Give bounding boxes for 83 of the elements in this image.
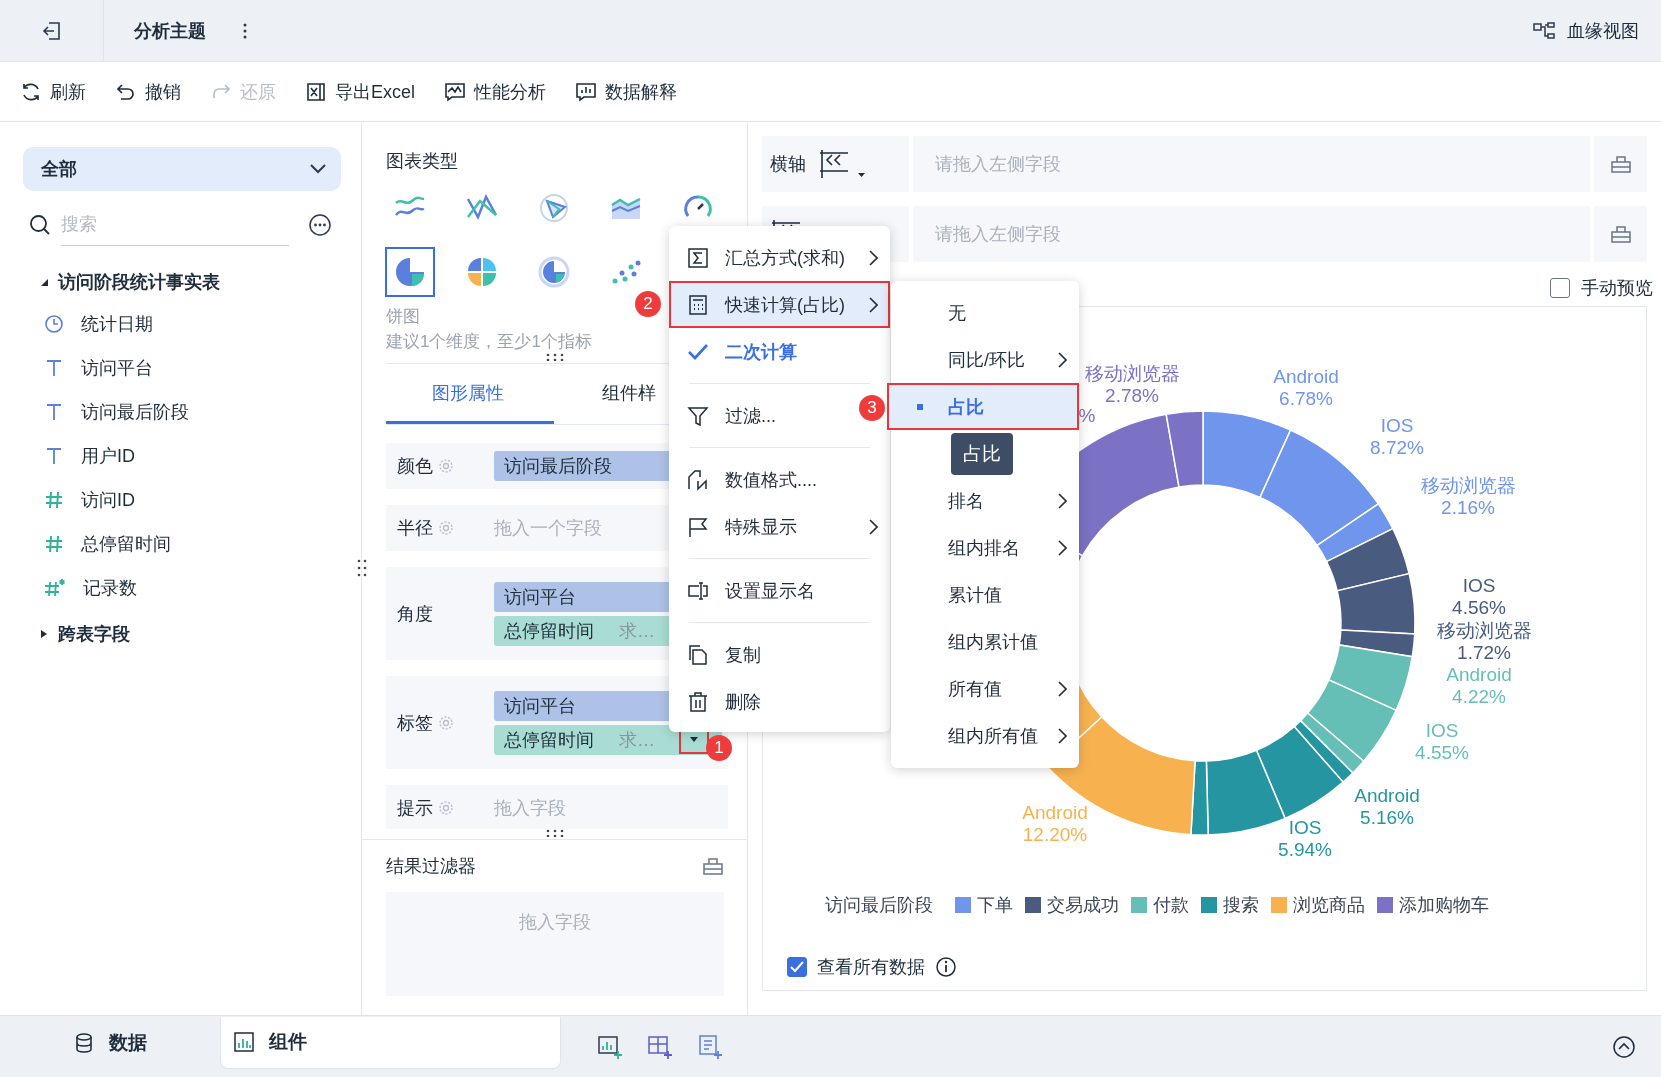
- data-label: %: [1078, 405, 1096, 426]
- data-label: 移动浏览器 1.72%: [1436, 620, 1532, 663]
- menu-item[interactable]: 组内排名: [891, 524, 1079, 571]
- table-name: 跨表字段: [58, 623, 130, 646]
- legend-label: 搜索: [1223, 894, 1259, 917]
- toolbar-button[interactable]: 撤销: [115, 79, 181, 104]
- field-pill-name: 总停留时间: [504, 619, 595, 643]
- field-name: 记录数: [83, 577, 137, 600]
- toolbar-button[interactable]: 刷新: [20, 79, 86, 104]
- menu-item[interactable]: 无: [891, 289, 1079, 336]
- menu-item[interactable]: 累计值: [891, 571, 1079, 618]
- field-pill-name: 访问平台: [504, 694, 577, 718]
- property-label: 半径: [397, 517, 433, 540]
- toolbar-button[interactable]: 性能分析: [444, 79, 546, 104]
- field-item[interactable]: 用户ID: [23, 434, 340, 478]
- field-item[interactable]: 统计日期: [23, 302, 340, 346]
- data-label: IOS 4.56%: [1452, 575, 1506, 618]
- property-label: 提示: [397, 797, 433, 820]
- aggregation-label: 求…: [619, 619, 656, 643]
- menu-item[interactable]: 同比/环比: [891, 336, 1079, 383]
- legend-label: 付款: [1153, 894, 1189, 917]
- data-label: IOS 5.94%: [1278, 817, 1332, 860]
- toolbar-button[interactable]: 数据解释: [575, 79, 677, 104]
- field-item[interactable]: 总停留时间: [23, 522, 340, 566]
- property-label: 颜色: [397, 455, 433, 478]
- bottom-tab[interactable]: 数据: [0, 1016, 220, 1069]
- legend-label: 交易成功: [1047, 894, 1119, 917]
- menu-item[interactable]: 占比: [887, 383, 1079, 430]
- field-name: 统计日期: [81, 313, 153, 336]
- step-badge: 2: [635, 291, 661, 317]
- table-name: 访问阶段统计事实表: [58, 271, 220, 294]
- lineage-view-button[interactable]: 血缘视图: [1533, 18, 1639, 43]
- chart-hint: 建议1个维度，至少1个指标: [386, 331, 592, 353]
- data-label: IOS 8.72%: [1370, 415, 1424, 458]
- chart-name: 饼图: [386, 306, 420, 328]
- menu-item[interactable]: 快速计算(占比): [669, 281, 890, 328]
- field-name: 访问ID: [81, 489, 135, 512]
- field-item[interactable]: 访问ID: [23, 478, 340, 522]
- legend-label: 浏览商品: [1293, 894, 1365, 917]
- field-pill-name: 访问最后阶段: [504, 455, 613, 478]
- menu-item[interactable]: 组内累计值: [891, 618, 1079, 665]
- field-pill-name: 访问平台: [504, 585, 577, 609]
- field-name: 总停留时间: [81, 533, 171, 556]
- tree-node[interactable]: 访问阶段统计事实表: [23, 262, 340, 302]
- tab[interactable]: 图形属性: [386, 364, 554, 424]
- property-label: 角度: [397, 602, 433, 626]
- data-label: Android 12.20%: [1022, 802, 1088, 845]
- bottom-tab[interactable]: 组件: [220, 1016, 561, 1069]
- menu-item[interactable]: 特殊显示: [669, 503, 890, 550]
- tree-node[interactable]: 跨表字段: [23, 614, 340, 654]
- window-title: 分析主题: [134, 19, 206, 43]
- menu-item[interactable]: 所有值: [891, 665, 1079, 712]
- property-label: 标签: [397, 711, 433, 735]
- menu-item[interactable]: 组内所有值: [891, 712, 1079, 759]
- search-field[interactable]: 搜索: [61, 204, 289, 246]
- field-pill-name: 总停留时间: [504, 728, 595, 752]
- data-label: IOS 4.55%: [1415, 720, 1469, 763]
- checkbox-label: 查看所有数据: [817, 956, 925, 979]
- tooltip: 占比: [951, 432, 1013, 475]
- data-label: 移动浏览器 2.16%: [1420, 475, 1516, 518]
- menu-item[interactable]: 汇总方式(求和): [669, 234, 890, 281]
- step-badge: 1: [706, 735, 732, 761]
- toolbar-button[interactable]: 导出Excel: [305, 79, 415, 104]
- axis-name: 横轴: [770, 153, 806, 176]
- data-label: Android 5.16%: [1354, 785, 1420, 828]
- field-name: 访问平台: [81, 357, 153, 380]
- data-label: 移动浏览器 2.78%: [1084, 363, 1180, 406]
- legend-label: 添加购物车: [1399, 894, 1489, 917]
- data-label: Android 6.78%: [1273, 366, 1339, 409]
- field-name: 访问最后阶段: [81, 401, 189, 424]
- menu-item[interactable]: 排名: [891, 477, 1079, 524]
- checkbox-label: 手动预览: [1581, 277, 1653, 300]
- data-label: Android 4.22%: [1446, 664, 1512, 707]
- legend-label: 下单: [977, 894, 1013, 917]
- field-item[interactable]: 访问平台: [23, 346, 340, 390]
- section-title: 结果过滤器: [386, 855, 476, 878]
- aggregation-label: 求…: [619, 728, 656, 752]
- field-item[interactable]: 记录数: [23, 566, 340, 610]
- legend-title: 访问最后阶段: [825, 894, 933, 917]
- field-item[interactable]: 访问最后阶段: [23, 390, 340, 434]
- scope-dropdown[interactable]: 全部: [23, 147, 341, 191]
- field-name: 用户ID: [81, 445, 135, 468]
- section-title: 图表类型: [386, 150, 459, 173]
